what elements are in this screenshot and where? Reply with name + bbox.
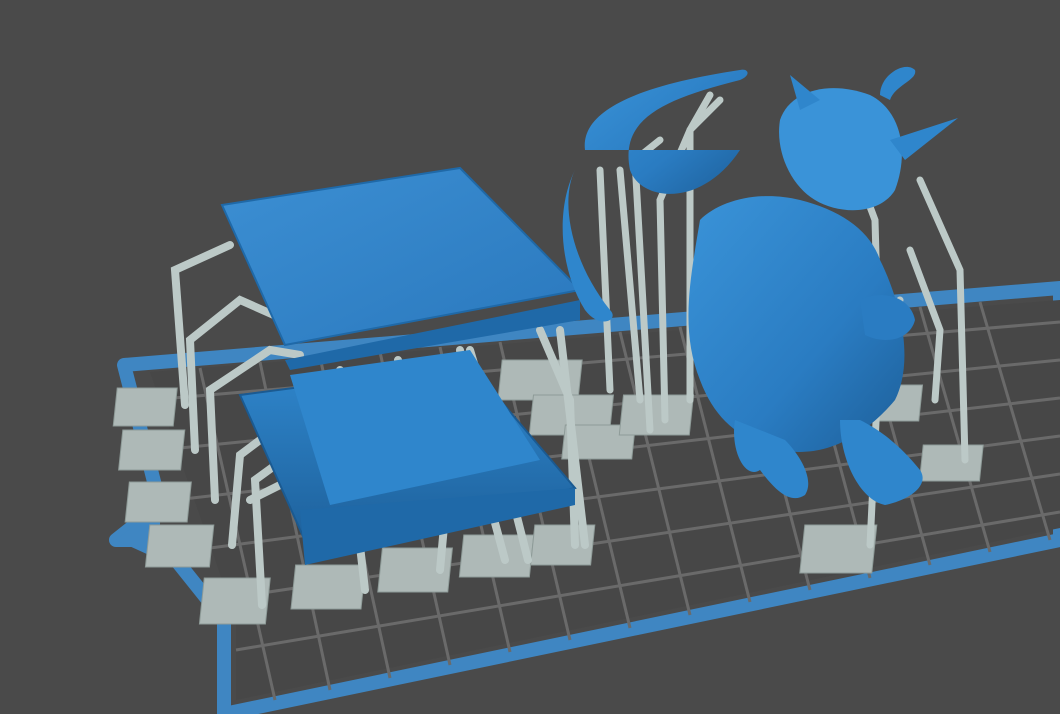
gargoyle-head: [779, 88, 902, 211]
raft: [618, 394, 695, 436]
raft: [290, 564, 367, 610]
raft: [124, 481, 192, 523]
gargoyle-horn-top: [880, 66, 916, 100]
3d-viewport[interactable]: [0, 0, 1060, 714]
gargoyle-wing: [584, 69, 748, 194]
raft: [918, 444, 984, 482]
raft: [118, 429, 186, 471]
raft: [144, 524, 215, 568]
raft: [112, 387, 178, 427]
viewport-canvas[interactable]: [0, 0, 1060, 714]
raft: [799, 524, 878, 574]
